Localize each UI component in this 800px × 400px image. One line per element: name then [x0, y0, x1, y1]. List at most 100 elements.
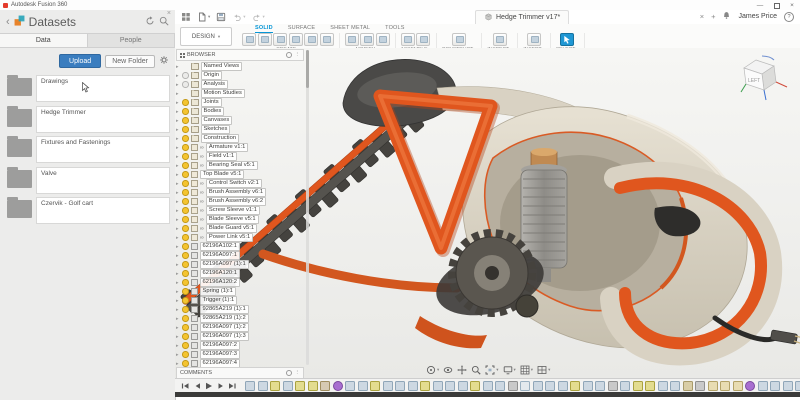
visibility-bulb-icon[interactable]: [182, 342, 189, 349]
timeline-feature-feature-icon[interactable]: [595, 381, 605, 391]
expand-arrow-icon[interactable]: ▸: [176, 172, 180, 178]
browser-item[interactable]: ▸Joints: [176, 98, 304, 107]
visibility-bulb-icon[interactable]: [182, 333, 189, 340]
minimize-button[interactable]: —: [752, 1, 768, 10]
expand-arrow-icon[interactable]: ▸: [176, 334, 180, 340]
timeline-feature-sketch-icon[interactable]: [645, 381, 655, 391]
orbit-icon[interactable]: ▾: [426, 365, 439, 375]
visibility-bulb-icon[interactable]: [182, 81, 189, 88]
timeline-skip-start-button[interactable]: [181, 382, 190, 390]
expand-arrow-icon[interactable]: ▸: [176, 136, 180, 142]
ribbon-tool-icon[interactable]: [401, 33, 415, 46]
timeline-feature-feature-icon[interactable]: [670, 381, 680, 391]
viewcube[interactable]: LEFT: [740, 50, 794, 104]
visibility-bulb-icon[interactable]: [182, 198, 189, 205]
viewports-icon[interactable]: ▾: [537, 365, 550, 375]
timeline-feature-joint-icon[interactable]: [695, 381, 705, 391]
file-icon[interactable]: ▾: [197, 12, 210, 22]
browser-item[interactable]: ▸Trigger (1):1: [176, 296, 304, 305]
ribbon-tool-icon[interactable]: [560, 33, 574, 46]
settings-gear-icon[interactable]: [159, 52, 169, 70]
expand-arrow-icon[interactable]: ▸: [176, 100, 180, 106]
ribbon-tool-icon[interactable]: [376, 33, 390, 46]
browser-item[interactable]: ▸Motion Studies: [176, 89, 304, 98]
visibility-bulb-icon[interactable]: [182, 243, 189, 250]
visibility-bulb-icon[interactable]: [182, 162, 189, 169]
visibility-bulb-icon[interactable]: [182, 360, 189, 367]
expand-arrow-icon[interactable]: ▸: [176, 109, 180, 115]
expand-arrow-icon[interactable]: ▸: [176, 154, 180, 160]
visibility-bulb-icon[interactable]: [182, 324, 189, 331]
expand-arrow-icon[interactable]: ▸: [176, 325, 180, 331]
ribbon-tool-icon[interactable]: [242, 33, 256, 46]
timeline-feature-feature-icon[interactable]: [558, 381, 568, 391]
timeline-feature-mirror-icon[interactable]: [545, 381, 555, 391]
browser-item[interactable]: ▸Named Views: [176, 62, 304, 71]
timeline-feature-sketch-icon[interactable]: [308, 381, 318, 391]
browser-item[interactable]: ▸∞Brush Assembly v6:2: [176, 197, 304, 206]
visibility-bulb-icon[interactable]: [182, 180, 189, 187]
ribbon-tool-icon[interactable]: [258, 33, 272, 46]
dataset-folder-item[interactable]: Czervik - Golf cart: [7, 197, 170, 224]
timeline-step-back-button[interactable]: [193, 382, 202, 390]
ribbon-tool-icon[interactable]: [304, 33, 318, 46]
document-tab[interactable]: Hedge Trimmer v17*: [475, 10, 569, 24]
browser-item[interactable]: ▸62196A097:2: [176, 341, 304, 350]
ribbon-tool-icon[interactable]: [289, 33, 303, 46]
timeline-feature-feature-icon[interactable]: [583, 381, 593, 391]
panel-grid-icon[interactable]: [181, 12, 191, 22]
expand-arrow-icon[interactable]: ▸: [176, 199, 180, 205]
timeline-feature-plane-icon[interactable]: [708, 381, 718, 391]
timeline-feature-feature-icon[interactable]: [795, 381, 800, 391]
timeline-feature-sketch-icon[interactable]: [270, 381, 280, 391]
expand-arrow-icon[interactable]: ▸: [176, 226, 180, 232]
timeline-feature-sketch-icon[interactable]: [633, 381, 643, 391]
timeline-feature-joint-icon[interactable]: [608, 381, 618, 391]
timeline-feature-revolve-icon[interactable]: [320, 381, 330, 391]
new-folder-button[interactable]: New Folder: [105, 55, 155, 68]
timeline-feature-feature-icon[interactable]: [245, 381, 255, 391]
visibility-bulb-icon[interactable]: [182, 261, 189, 268]
browser-item[interactable]: ▸∞Screw Sleeve v1:1: [176, 206, 304, 215]
back-chevron-icon[interactable]: ‹: [6, 17, 10, 27]
expand-arrow-icon[interactable]: ▸: [176, 253, 180, 259]
expand-arrow-icon[interactable]: ▸: [176, 208, 180, 214]
expand-arrow-icon[interactable]: ▸: [176, 316, 180, 322]
expand-arrow-icon[interactable]: ▸: [176, 145, 180, 151]
expand-arrow-icon[interactable]: ▸: [176, 280, 180, 286]
timeline-skip-end-button[interactable]: [227, 382, 236, 390]
timeline-feature-sketch-icon[interactable]: [370, 381, 380, 391]
timeline-feature-feature-icon[interactable]: [395, 381, 405, 391]
visibility-bulb-icon[interactable]: [182, 135, 189, 142]
timeline-feature-sketch-icon[interactable]: [420, 381, 430, 391]
close-button[interactable]: ×: [784, 1, 800, 10]
browser-item[interactable]: ▸∞Control Switch v2:1: [176, 179, 304, 188]
browser-item[interactable]: ▸92865A219 (1):2: [176, 314, 304, 323]
browser-header[interactable]: BROWSER ⋮: [176, 49, 304, 61]
visibility-bulb-icon[interactable]: [182, 234, 189, 241]
timeline-feature-feature-icon[interactable]: [483, 381, 493, 391]
browser-item[interactable]: ▸∞Armature v1:1: [176, 143, 304, 152]
visibility-bulb-icon[interactable]: [182, 207, 189, 214]
visibility-bulb-icon[interactable]: [182, 126, 189, 133]
timeline-feature-plane-icon[interactable]: [720, 381, 730, 391]
expand-arrow-icon[interactable]: ▸: [176, 127, 180, 133]
browser-item[interactable]: ▸Spring (1):1: [176, 287, 304, 296]
close-tab-icon[interactable]: ×: [700, 12, 704, 21]
expand-arrow-icon[interactable]: ▸: [176, 352, 180, 358]
timeline-feature-feature-icon[interactable]: [383, 381, 393, 391]
new-tab-icon[interactable]: +: [711, 12, 715, 21]
visibility-bulb-icon[interactable]: [182, 216, 189, 223]
tab-people[interactable]: People: [88, 34, 176, 47]
browser-item[interactable]: ▸62196A120:1: [176, 269, 304, 278]
redo-icon[interactable]: ▾: [252, 12, 265, 22]
timeline-feature-feature-icon[interactable]: [283, 381, 293, 391]
timeline-feature-move-icon[interactable]: [520, 381, 530, 391]
timeline-feature-feature-icon[interactable]: [620, 381, 630, 391]
timeline-feature-feature-icon[interactable]: [358, 381, 368, 391]
timeline-feature-feature-icon[interactable]: [345, 381, 355, 391]
expand-arrow-icon[interactable]: ▸: [176, 64, 180, 70]
browser-item[interactable]: ▸Origin: [176, 71, 304, 80]
visibility-bulb-icon[interactable]: [182, 306, 189, 313]
timeline-feature-feature-icon[interactable]: [495, 381, 505, 391]
